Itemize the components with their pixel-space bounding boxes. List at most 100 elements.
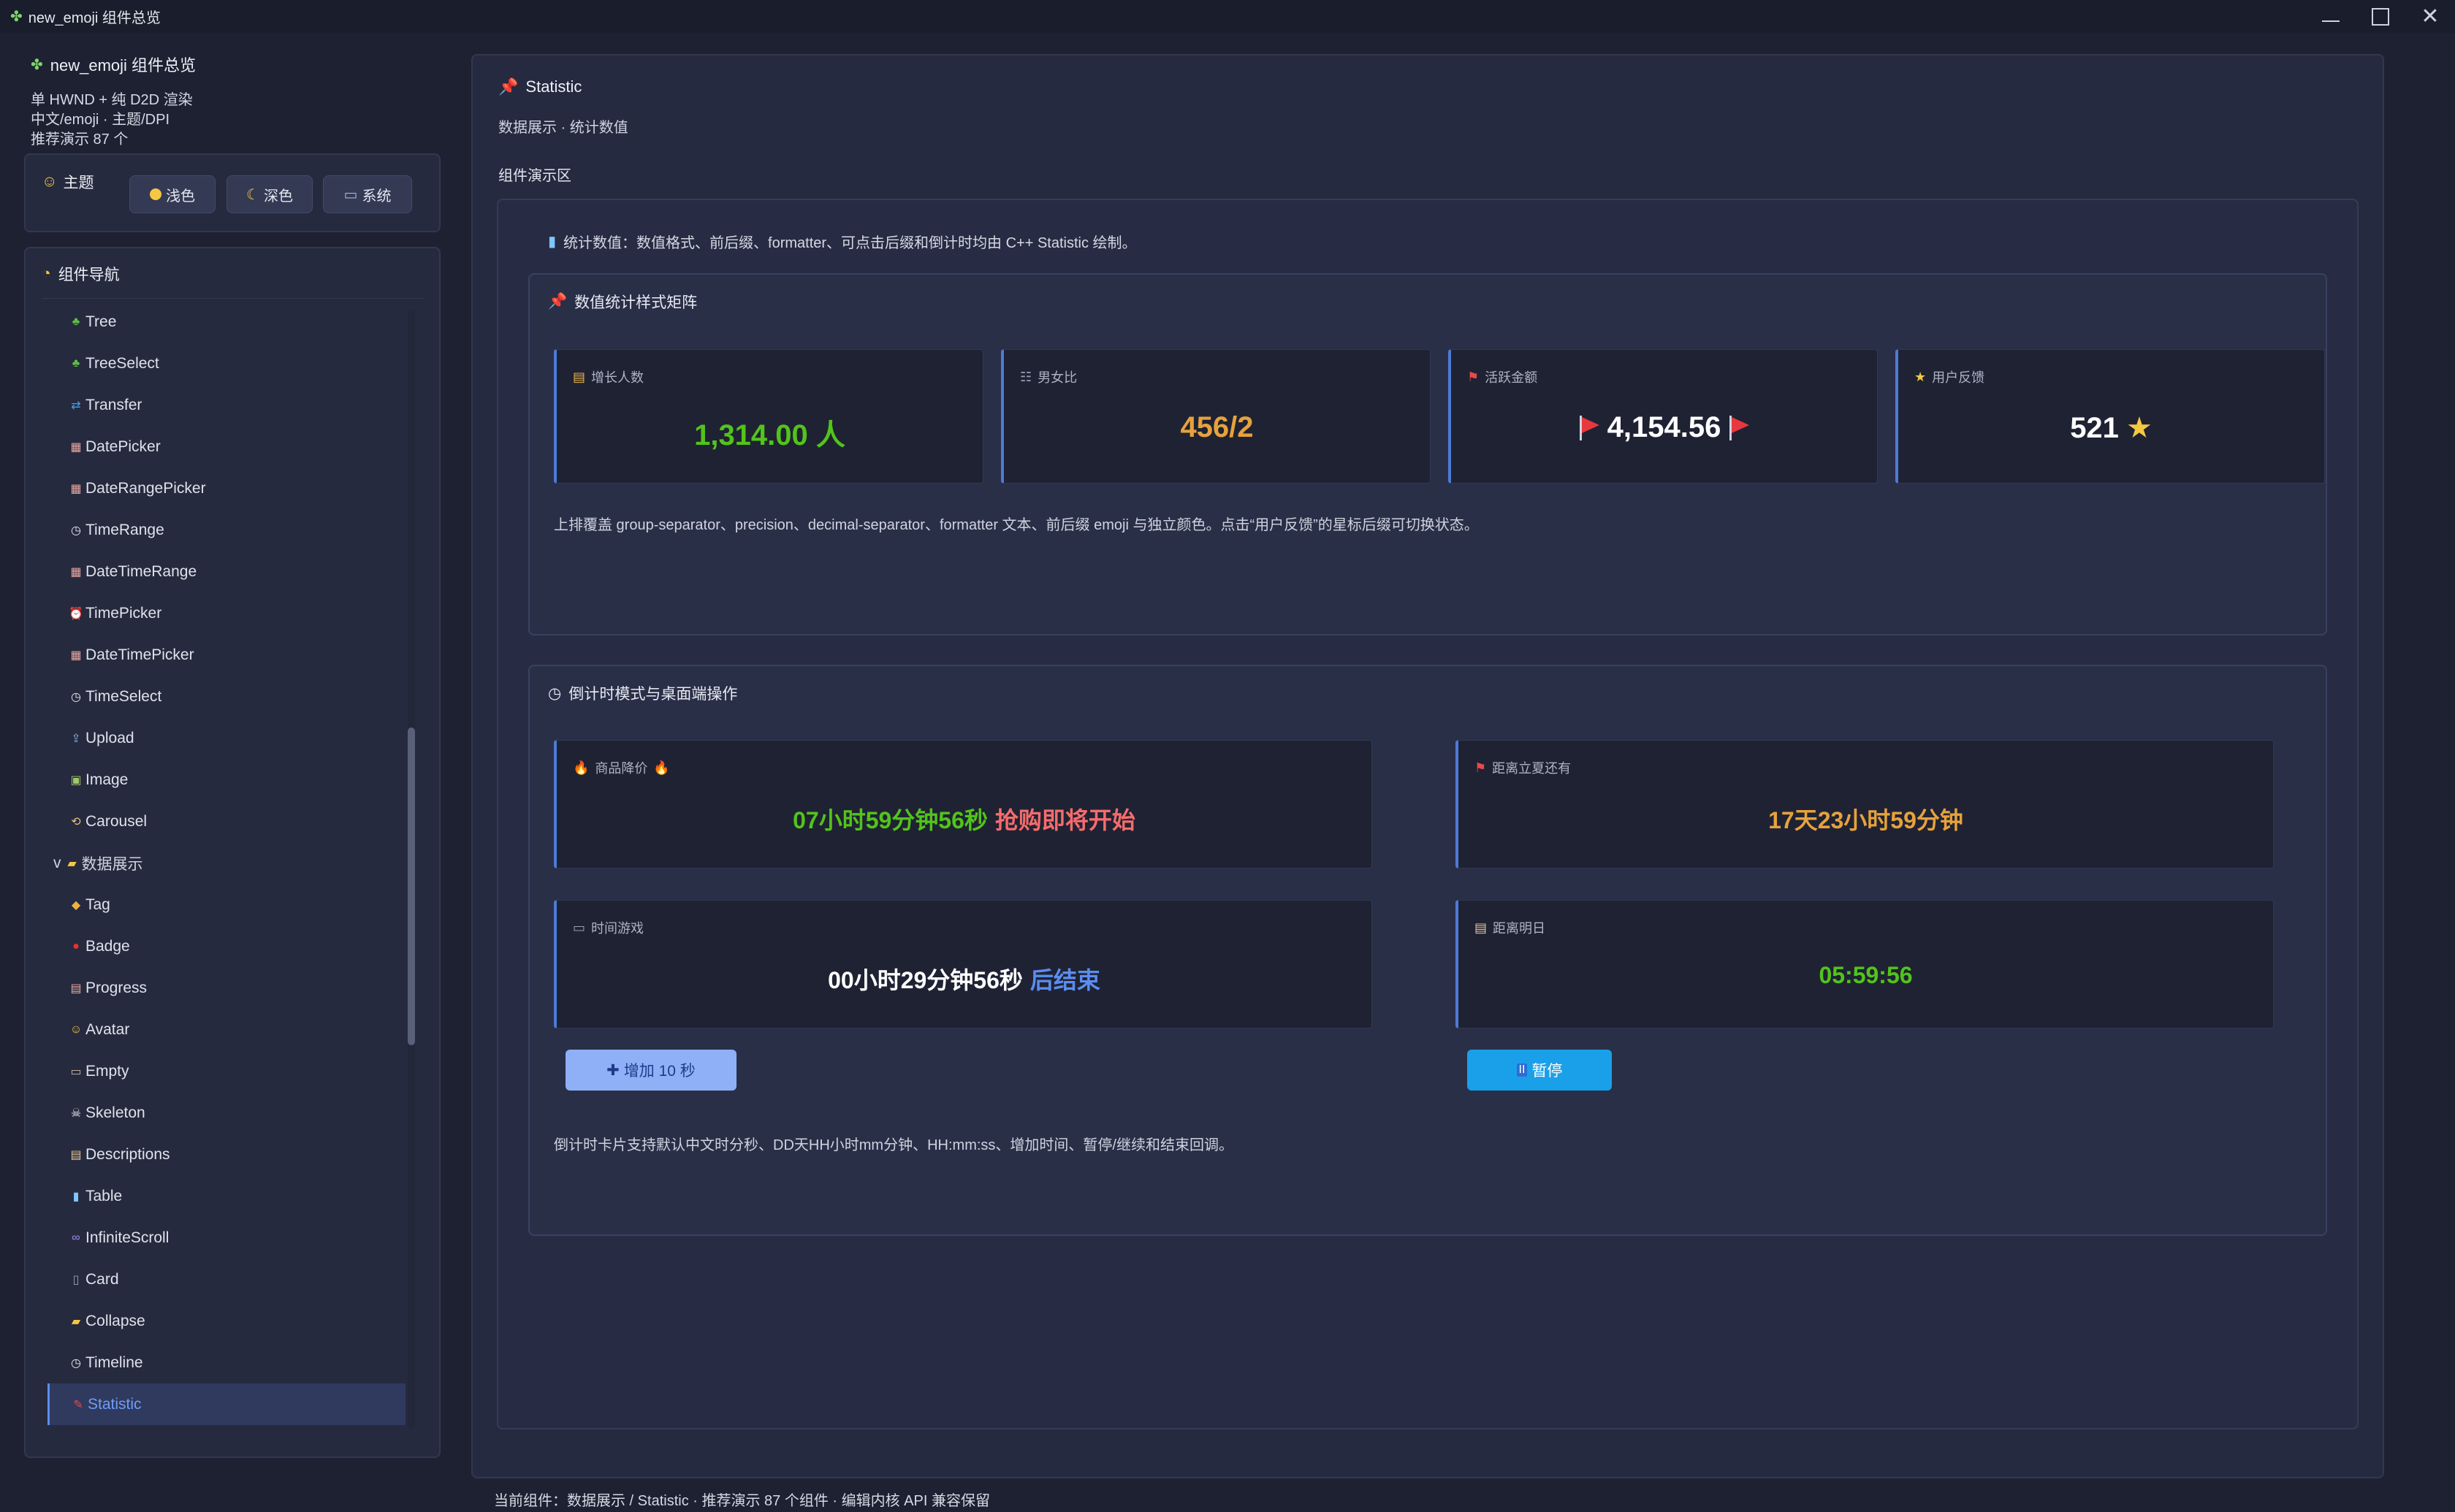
sidebar-item-collapse[interactable]: ▰ Collapse bbox=[47, 1300, 406, 1342]
sidebar-item-数据展示[interactable]: v ▰ 数据展示 bbox=[47, 842, 406, 884]
countdown-card-game: ▭ 时间游戏 00小时29分钟56秒 后结束 bbox=[554, 900, 1372, 1028]
calendar-icon: ▦ bbox=[70, 649, 82, 662]
tag-icon: ◆ bbox=[71, 898, 81, 912]
stat-value: 1,314.00 人 bbox=[694, 419, 845, 451]
sidebar-item-empty[interactable]: ▭ Empty bbox=[47, 1050, 406, 1092]
countdown-label: 时间游戏 bbox=[591, 921, 644, 936]
sidebar-item-infinitescroll[interactable]: ∞ InfiniteScroll bbox=[47, 1217, 406, 1259]
section-title: 📌 数值统计样式矩阵 bbox=[548, 291, 697, 313]
pin-icon: ✎ bbox=[73, 1398, 83, 1411]
maximize-icon bbox=[2372, 7, 2389, 26]
nav-list[interactable]: ♣ Tree ♣ TreeSelect ⇄ Transfer ▦ DatePicker ▦ Dat… bbox=[47, 301, 406, 1426]
theme-system-label: 系统 bbox=[362, 188, 392, 205]
puzzle-icon: ✤ bbox=[31, 56, 43, 73]
pin-icon: 📌 bbox=[498, 77, 519, 96]
sidebar-item-avatar[interactable]: ☺ Avatar bbox=[47, 1009, 406, 1050]
sidebar-item-timeline[interactable]: ◷ Timeline bbox=[47, 1342, 406, 1383]
pause-button[interactable]: II 暂停 bbox=[1467, 1050, 1612, 1091]
sidebar-item-skeleton[interactable]: ☠ Skeleton bbox=[47, 1092, 406, 1134]
sidebar-item-label: Skeleton bbox=[85, 1104, 145, 1121]
sidebar-item-progress[interactable]: ▤ Progress bbox=[47, 967, 406, 1009]
sidebar-item-label: Transfer bbox=[85, 396, 142, 413]
section1-note: 上排覆盖 group-separator、precision、decimal-s… bbox=[554, 517, 1479, 533]
flag-icon: ⚑ bbox=[1467, 369, 1480, 384]
folder-icon: ▰ bbox=[67, 857, 77, 870]
sidebar-item-statistic[interactable]: ✎ Statistic bbox=[47, 1383, 406, 1425]
smiley-icon: ☺ bbox=[69, 1023, 83, 1036]
theme-panel: ☺ 主题 浅色 ☾ 深色 ▭ 系统 bbox=[24, 153, 441, 232]
theme-dark-button[interactable]: ☾ 深色 bbox=[227, 175, 313, 213]
star-suffix-toggle[interactable]: ★ bbox=[2126, 411, 2153, 445]
section-title: ◷ 倒计时模式与桌面端操作 bbox=[548, 682, 737, 704]
clock-icon: ◷ bbox=[71, 524, 81, 537]
sidebar-header: ✤ new_emoji 组件总览 bbox=[31, 53, 196, 76]
status-bar: 当前组件：数据展示 / Statistic · 推荐演示 87 个组件 · 编辑… bbox=[494, 1493, 990, 1509]
sidebar-item-image[interactable]: ▣ Image bbox=[47, 759, 406, 801]
card-icon: ▯ bbox=[72, 1273, 80, 1286]
upload-icon: ⇪ bbox=[71, 732, 81, 745]
close-icon: ✕ bbox=[2421, 4, 2440, 28]
sidebar-item-datepicker[interactable]: ▦ DatePicker bbox=[47, 426, 406, 467]
sidebar-item-tree[interactable]: ♣ Tree bbox=[47, 301, 406, 343]
sidebar-item-label: TreeSelect bbox=[85, 354, 159, 372]
sidebar-item-datetimepicker[interactable]: ▦ DateTimePicker bbox=[47, 634, 406, 676]
sidebar-item-tag[interactable]: ◆ Tag bbox=[47, 884, 406, 925]
sun-icon bbox=[150, 188, 161, 200]
clock-icon: ◷ bbox=[71, 1356, 81, 1370]
stat-label: 活跃金额 bbox=[1485, 370, 1538, 385]
countdown-value: 17天23小时59分钟 bbox=[1768, 807, 1963, 833]
sidebar-item-timepicker[interactable]: ⏰ TimePicker bbox=[47, 592, 406, 634]
add-10s-button[interactable]: ✚ 增加 10 秒 bbox=[566, 1050, 736, 1091]
pause-icon: II bbox=[1516, 1064, 1528, 1077]
nav-scroll-thumb[interactable] bbox=[408, 728, 415, 1045]
section2-note: 倒计时卡片支持默认中文时分秒、DD天HH小时mm分钟、HH:mm:ss、增加时间… bbox=[554, 1137, 1233, 1153]
sidebar-item-upload[interactable]: ⇪ Upload bbox=[47, 717, 406, 759]
empty-icon: ▭ bbox=[70, 1065, 82, 1078]
maximize-button[interactable] bbox=[2356, 0, 2405, 33]
sidebar-item-label: DateTimeRange bbox=[85, 562, 197, 580]
sidebar-item-label: Empty bbox=[85, 1062, 129, 1080]
sidebar-item-descriptions[interactable]: ▤ Descriptions bbox=[47, 1134, 406, 1175]
window-title: new_emoji 组件总览 bbox=[28, 10, 161, 26]
sidebar-item-table[interactable]: ▮ Table bbox=[47, 1175, 406, 1217]
minimize-button[interactable] bbox=[2306, 0, 2356, 33]
theme-light-button[interactable]: 浅色 bbox=[129, 175, 216, 213]
red-dot-icon: ● bbox=[72, 939, 80, 952]
fire-icon: 🔥 bbox=[573, 760, 590, 775]
flag-suffix-icon bbox=[1728, 415, 1750, 440]
laptop-icon: ▭ bbox=[343, 186, 358, 203]
sidebar-item-treeselect[interactable]: ♣ TreeSelect bbox=[47, 343, 406, 384]
gamepad-icon: ▭ bbox=[573, 920, 586, 935]
skull-icon: ☠ bbox=[70, 1107, 82, 1120]
theme-dark-label: 深色 bbox=[263, 188, 293, 205]
countdown-card-sale: 🔥 商品降价 🔥 07小时59分钟56秒 抢购即将开始 bbox=[554, 740, 1372, 868]
sidebar-item-daterangepicker[interactable]: ▦ DateRangePicker bbox=[47, 467, 406, 509]
bar-chart-icon: ▮ bbox=[548, 234, 557, 250]
document-icon: ▤ bbox=[70, 1148, 82, 1161]
scroll-icon: ▤ bbox=[1474, 920, 1488, 935]
stat-card-feedback: ★ 用户反馈 521 ★ bbox=[1895, 349, 2325, 484]
sidebar-item-label: Image bbox=[85, 771, 129, 788]
sidebar-item-timerange[interactable]: ◷ TimeRange bbox=[47, 509, 406, 551]
sidebar-item-card[interactable]: ▯ Card bbox=[47, 1259, 406, 1300]
countdown-card-tomorrow: ▤ 距离明日 05:59:56 bbox=[1455, 900, 2274, 1028]
infinity-icon: ∞ bbox=[72, 1231, 80, 1244]
pin-icon: 📌 bbox=[548, 293, 568, 310]
sidebar-item-label: Descriptions bbox=[85, 1145, 170, 1163]
calendar-icon: ▦ bbox=[70, 482, 82, 495]
chevron-down-icon[interactable]: v bbox=[53, 855, 61, 872]
close-button[interactable]: ✕ bbox=[2405, 0, 2455, 33]
sidebar-item-badge[interactable]: ● Badge bbox=[47, 925, 406, 967]
stat-label: 男女比 bbox=[1038, 370, 1078, 385]
page-title: 📌 Statistic bbox=[498, 77, 582, 96]
theme-system-button[interactable]: ▭ 系统 bbox=[323, 175, 412, 213]
sidebar-item-timeselect[interactable]: ◷ TimeSelect bbox=[47, 676, 406, 717]
sidebar-item-label: Upload bbox=[85, 729, 134, 747]
sidebar-item-carousel[interactable]: ⟲ Carousel bbox=[47, 801, 406, 842]
sidebar-item-transfer[interactable]: ⇄ Transfer bbox=[47, 384, 406, 426]
sidebar-item-label: Table bbox=[85, 1187, 123, 1204]
sidebar-item-label: TimePicker bbox=[85, 604, 162, 622]
sidebar-item-datetimerange[interactable]: ▦ DateTimeRange bbox=[47, 551, 406, 592]
stat-value: 4,154.56 bbox=[1607, 411, 1721, 443]
sidebar-item-label: DatePicker bbox=[85, 438, 161, 455]
